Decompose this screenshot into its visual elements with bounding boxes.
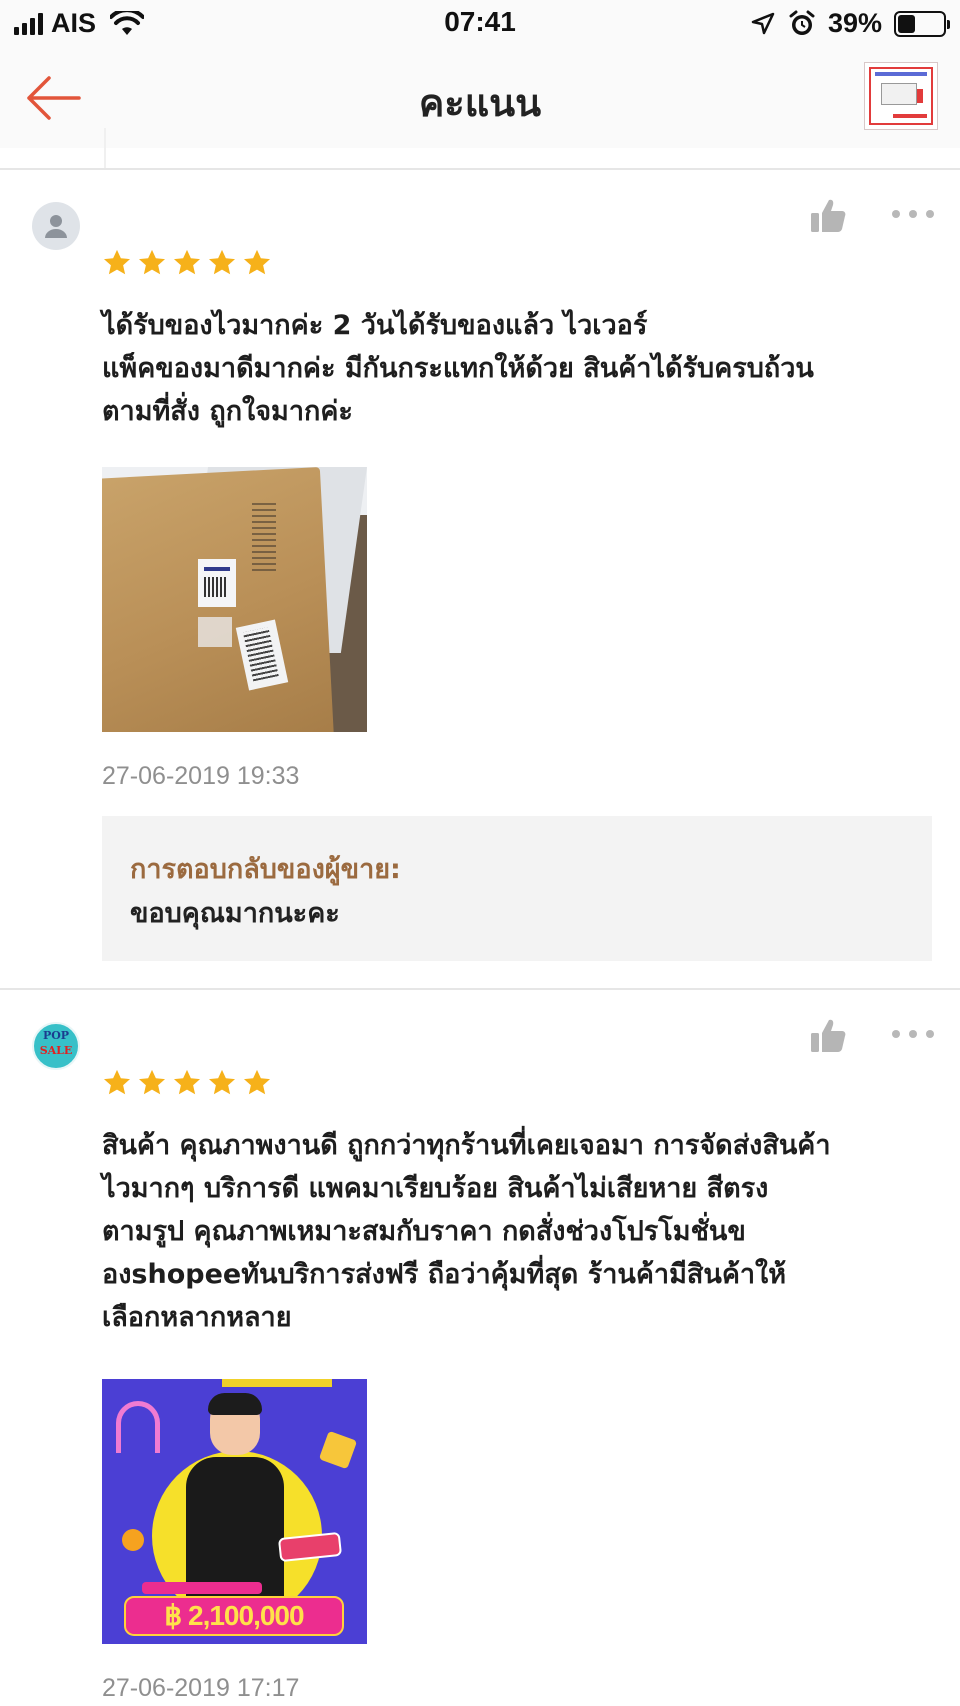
avatar — [32, 202, 80, 250]
dot-icon — [909, 1030, 917, 1038]
dot-icon — [926, 1030, 934, 1038]
avatar-text-bottom: SALE — [39, 1044, 73, 1057]
location-arrow-icon — [751, 12, 775, 34]
star-icon — [209, 249, 235, 275]
page-title: คะแนน — [418, 81, 542, 125]
more-options-button[interactable] — [892, 210, 934, 222]
product-thumbnail-image — [869, 67, 933, 125]
battery-level — [898, 14, 916, 33]
star-icon — [139, 1069, 165, 1095]
thumbs-up-icon — [811, 199, 846, 232]
seller-reply: การตอบกลับของผู้ขาย: ขอบคุณมากนะคะ — [102, 816, 932, 961]
review-photo[interactable] — [102, 467, 367, 732]
thumbs-up-icon — [811, 1019, 846, 1052]
status-right: 39% — [750, 8, 950, 39]
seller-reply-text: ขอบคุณมากนะคะ — [130, 898, 340, 929]
alarm-icon — [789, 10, 815, 35]
dot-icon — [909, 210, 917, 218]
review-date: 27-06-2019 17:17 — [102, 1674, 300, 1702]
headphones-icon — [116, 1401, 160, 1453]
battery-percent: 39% — [827, 8, 882, 38]
dot-icon — [892, 1030, 900, 1038]
review-photo[interactable]: ฿ 2,100,000 — [102, 1379, 367, 1644]
seller-reply-label: การตอบกลับของผู้ขาย: — [130, 854, 401, 885]
review-date: 27-06-2019 19:33 — [102, 762, 300, 790]
star-rating — [102, 248, 272, 278]
like-button[interactable] — [808, 196, 848, 236]
user-icon — [45, 215, 67, 238]
review-text: สินค้า คุณภาพงานดี ถูกกว่าทุกร้านที่เคยเ… — [102, 1130, 831, 1333]
nav-bar: คะแนน — [0, 50, 960, 148]
star-icon — [104, 249, 130, 275]
star-icon — [244, 249, 270, 275]
star-icon — [174, 249, 200, 275]
avatar-text-top: POP — [42, 1029, 70, 1042]
star-icon — [244, 1069, 270, 1095]
review-divider — [0, 988, 960, 990]
star-icon — [139, 249, 165, 275]
more-options-button[interactable] — [892, 1030, 934, 1042]
dot-icon — [892, 210, 900, 218]
star-icon — [209, 1069, 235, 1095]
divider-notch — [104, 128, 106, 168]
avatar: POP SALE — [32, 1022, 80, 1070]
nav-divider — [0, 168, 960, 170]
dot-icon — [926, 210, 934, 218]
battery-icon — [894, 10, 950, 37]
star-icon — [104, 1069, 130, 1095]
envelope-photo — [102, 467, 367, 732]
like-button[interactable] — [808, 1016, 848, 1056]
star-icon — [174, 1069, 200, 1095]
promo-price-text: ฿ 2,100,000 — [164, 1600, 304, 1631]
star-rating — [102, 1068, 272, 1098]
status-bar: AIS 07:41 39% — [0, 0, 960, 50]
promo-photo: ฿ 2,100,000 — [102, 1379, 367, 1644]
product-thumbnail[interactable] — [864, 62, 938, 130]
review-text: ได้รับของไวมากค่ะ 2 วันได้รับของแล้ว ไวเ… — [102, 310, 814, 427]
